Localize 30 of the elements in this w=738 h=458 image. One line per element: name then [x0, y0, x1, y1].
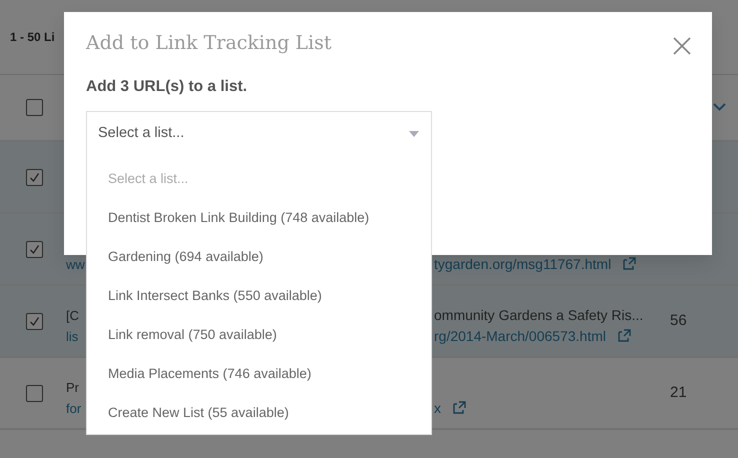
- check-icon: [29, 316, 40, 326]
- external-link-icon[interactable]: [618, 329, 631, 342]
- external-link-icon[interactable]: [453, 401, 466, 414]
- check-icon: [29, 244, 40, 254]
- list-select[interactable]: Select a list...: [86, 111, 432, 158]
- check-icon: [29, 172, 40, 182]
- range-label: 1 - 50 Li: [10, 29, 55, 46]
- dropdown-option[interactable]: Gardening (694 available): [87, 237, 431, 276]
- dropdown-option[interactable]: Dentist Broken Link Building (748 available): [87, 198, 431, 238]
- modal-title: Add to Link Tracking List: [86, 32, 332, 55]
- title-text: ommunity Gardens a Safety Ris...: [434, 306, 644, 325]
- checkbox[interactable]: [26, 312, 43, 330]
- dropdown-option[interactable]: Link removal (750 available): [87, 315, 431, 354]
- count-text: 21: [669, 384, 687, 401]
- title-text: Pr: [66, 379, 79, 397]
- checkbox[interactable]: [26, 240, 43, 258]
- checkbox[interactable]: [26, 168, 43, 186]
- title-text: [C: [66, 307, 79, 325]
- caret-icon: [409, 131, 419, 138]
- dropdown-option[interactable]: Link Intersect Banks (550 available): [87, 276, 431, 316]
- dropdown-option[interactable]: Media Placements (746 available): [87, 354, 431, 394]
- count-text: 56: [669, 312, 687, 329]
- modal-subtitle: Add 3 URL(s) to a list.: [86, 76, 248, 97]
- external-link-icon[interactable]: [623, 257, 636, 270]
- checkbox[interactable]: [26, 384, 43, 402]
- url-link[interactable]: x: [434, 400, 441, 416]
- chevron-down-icon[interactable]: [713, 103, 726, 112]
- url-link[interactable]: for: [66, 398, 82, 419]
- dropdown-option[interactable]: Create New List (55 available): [87, 393, 431, 432]
- checkbox[interactable]: [26, 99, 43, 116]
